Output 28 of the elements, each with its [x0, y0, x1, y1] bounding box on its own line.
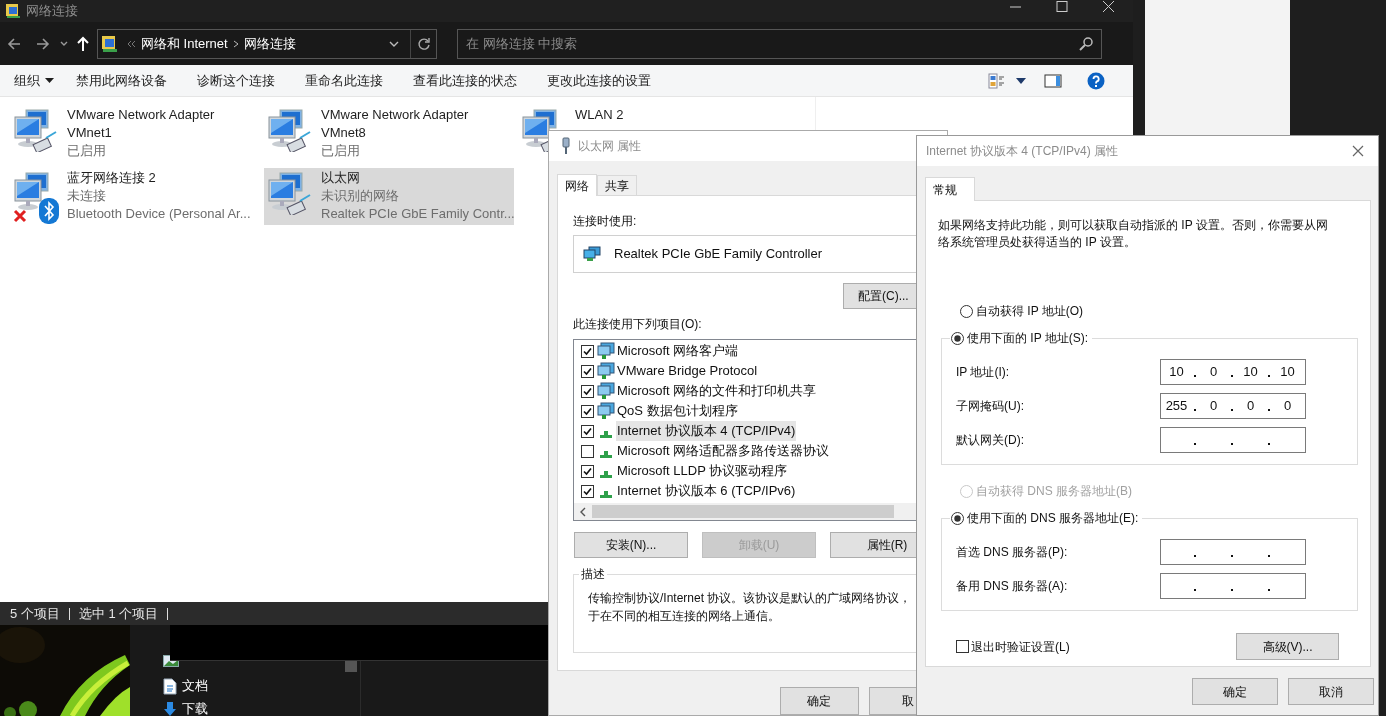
field-label: 连接时使用:: [573, 213, 637, 230]
group-legend: 描述: [579, 565, 607, 583]
field-label: 此连接使用下列项目(O):: [573, 316, 702, 333]
window-title: 网络连接: [26, 2, 78, 21]
adapter-name: Realtek PCIe GbE Family Controller: [614, 245, 823, 264]
dialog-title: 以太网 属性: [578, 138, 642, 155]
field-label: 子网掩码(U):: [956, 398, 1024, 415]
connection-status: 未识别的网络: [321, 187, 400, 205]
status-text: 选中 1 个项目: [78, 604, 159, 623]
dialog-title: Internet 协议版本 4 (TCP/IPv4) 属性: [926, 143, 1119, 160]
description-text: 于在不同的相互连接的网络上通信。: [588, 608, 781, 625]
status-text: 5 个项目: [10, 604, 60, 623]
connection-name: VMware Network Adapter VMnet8: [321, 106, 470, 142]
connection-name: 以太网: [321, 169, 361, 187]
field-label: 首选 DNS 服务器(P):: [956, 544, 1068, 561]
connection-status: 已启用: [321, 142, 361, 160]
device-name: Realtek PCIe GbE Family Contr...: [321, 205, 515, 223]
connection-name: 蓝牙网络连接 2: [67, 169, 157, 187]
connection-name: WLAN 2: [575, 106, 624, 124]
device-name: Bluetooth Device (Personal Ar...: [67, 205, 251, 223]
field-label: 默认网关(D):: [956, 432, 1024, 449]
field-label: 备用 DNS 服务器(A):: [956, 578, 1068, 595]
field-label: IP 地址(I):: [956, 364, 1010, 381]
description-text: 传输控制协议/Internet 协议。该协议是默认的广域网络协议，: [588, 590, 913, 607]
connection-status: 未连接: [67, 187, 107, 205]
connection-status: 已启用: [67, 142, 107, 160]
connection-name: VMware Network Adapter VMnet1: [67, 106, 216, 142]
intro-text: 如果网络支持此功能，则可以获取自动指派的 IP 设置。否则，你需要从网络系统管理员处获得适当的 IP 设置。: [938, 217, 1329, 251]
